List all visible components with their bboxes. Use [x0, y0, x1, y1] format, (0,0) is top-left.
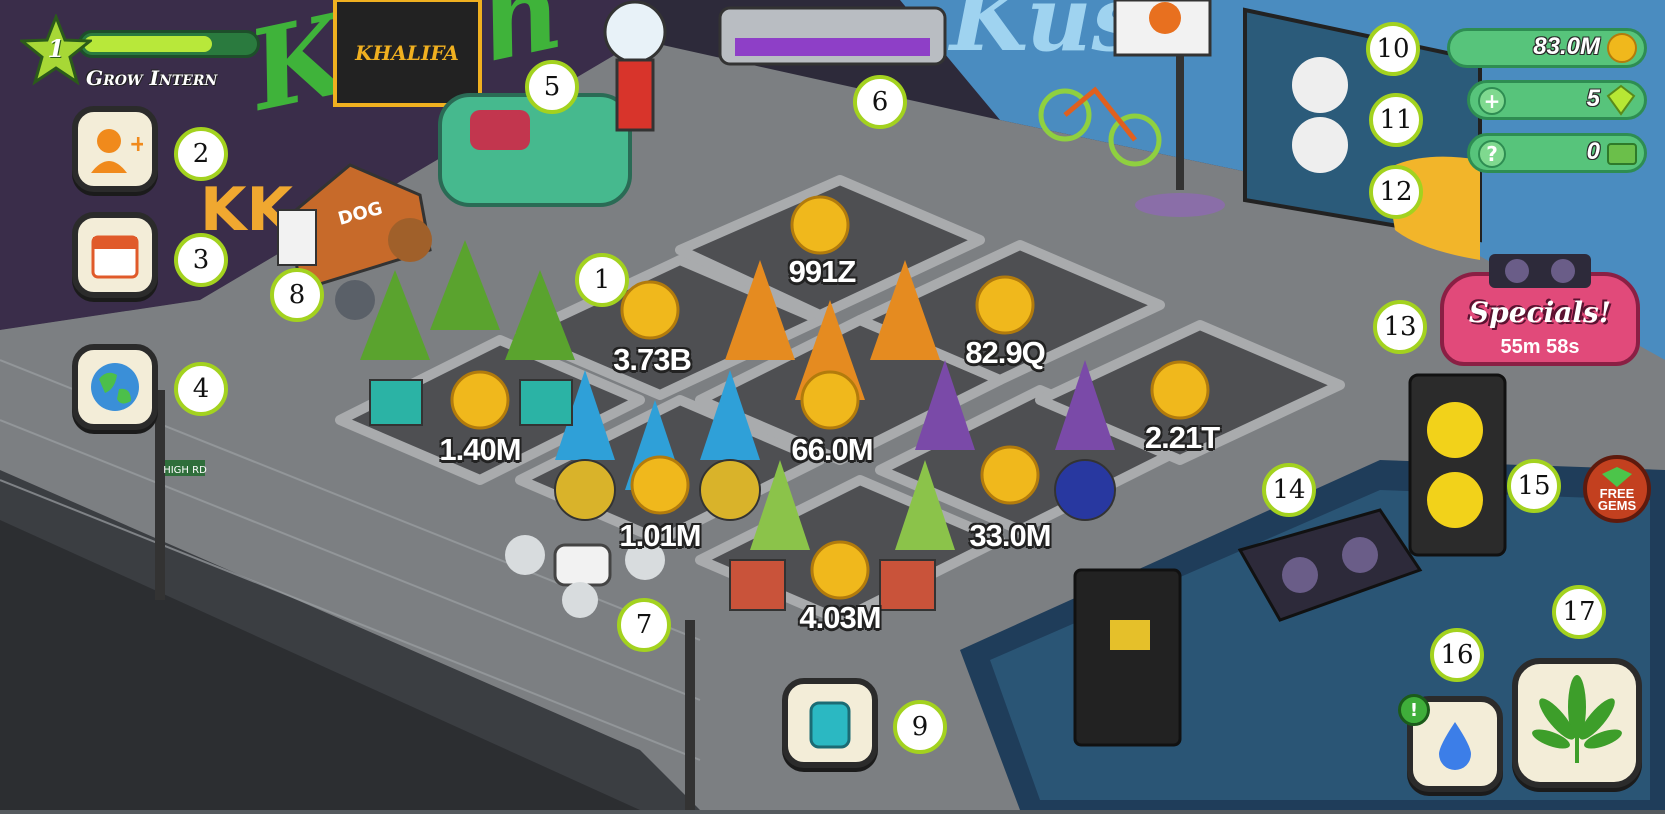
- gem-icon: [1606, 84, 1636, 116]
- gems-display[interactable]: + 5: [1467, 80, 1647, 120]
- coin-icon: [1607, 33, 1637, 63]
- yield-label[interactable]: 82.9Q: [965, 335, 1045, 371]
- buy-gems-button[interactable]: +: [1478, 87, 1506, 115]
- svg-text:+: +: [129, 132, 143, 157]
- cash-icon: [1607, 143, 1637, 165]
- marker-1: 1: [575, 253, 629, 307]
- add-friend-button[interactable]: +: [72, 106, 158, 192]
- speaker: [1408, 373, 1507, 557]
- yield-label[interactable]: 1.40M: [439, 432, 521, 468]
- yield-label[interactable]: 2.21T: [1145, 420, 1220, 456]
- free-gems-line2: GEMS: [1597, 498, 1637, 513]
- globe-icon: [91, 363, 139, 411]
- jar-icon: [809, 701, 851, 749]
- marker-8: 8: [270, 268, 324, 322]
- marker-3: 3: [174, 233, 228, 287]
- yield-label[interactable]: 33.0M: [969, 518, 1051, 554]
- marker-2: 2: [174, 127, 228, 181]
- marker-16: 16: [1430, 628, 1484, 682]
- cash-value: 0: [1586, 138, 1600, 165]
- player-title: Grow Intern: [86, 66, 218, 90]
- plant-shop-button[interactable]: [1512, 658, 1642, 788]
- marker-17: 17: [1552, 585, 1606, 639]
- marker-10: 10: [1366, 22, 1420, 76]
- marker-12: 12: [1369, 165, 1423, 219]
- marker-11: 11: [1369, 93, 1423, 147]
- marker-7: 7: [617, 598, 671, 652]
- specials-timer: 55m 58s: [1500, 336, 1580, 358]
- xp-bar: [78, 30, 260, 58]
- marker-6: 6: [853, 75, 907, 129]
- marker-4: 4: [174, 362, 228, 416]
- cannabis-leaf-icon: [1532, 675, 1622, 763]
- yield-label[interactable]: 3.73B: [613, 342, 692, 378]
- add-friend-icon: +: [91, 129, 143, 173]
- amplifier: [1073, 568, 1182, 747]
- marker-5: 5: [525, 60, 579, 114]
- marker-14: 14: [1262, 463, 1316, 517]
- coins-display[interactable]: 83.0M: [1447, 28, 1647, 68]
- yield-label[interactable]: 66.0M: [791, 432, 873, 468]
- yield-label[interactable]: 991Z: [789, 254, 857, 290]
- couch: [438, 93, 632, 207]
- alert-badge: !: [1398, 694, 1430, 726]
- calendar-button[interactable]: [72, 212, 158, 298]
- water-drop-icon: [1439, 722, 1471, 770]
- marker-15: 15: [1507, 459, 1561, 513]
- marker-13: 13: [1373, 300, 1427, 354]
- calendar-icon: [91, 235, 139, 279]
- level-number: 1: [47, 34, 65, 63]
- specials-label: Specials!: [1468, 296, 1612, 329]
- turntable-icon: [1489, 254, 1591, 288]
- marker-9: 9: [893, 700, 947, 754]
- coins-value: 83.0M: [1533, 33, 1600, 60]
- world-map-button[interactable]: [72, 344, 158, 430]
- cash-help-button[interactable]: ?: [1478, 140, 1506, 168]
- gem-icon: [1602, 467, 1632, 487]
- street-sign-text: HIGH RD: [163, 465, 207, 476]
- cash-display[interactable]: ? 0: [1467, 133, 1647, 173]
- xp-bar-fill: [84, 36, 212, 52]
- yield-label[interactable]: 1.01M: [619, 518, 701, 554]
- khalifa-logo-text: KHALIFA: [354, 41, 459, 65]
- free-gems-button[interactable]: FREE GEMS: [1583, 455, 1651, 523]
- yield-label[interactable]: 4.03M: [799, 600, 881, 636]
- jar-button[interactable]: [782, 678, 878, 768]
- grow-light: [718, 6, 947, 66]
- specials-button[interactable]: Specials! 55m 58s: [1440, 248, 1640, 368]
- gems-value: 5: [1586, 85, 1600, 112]
